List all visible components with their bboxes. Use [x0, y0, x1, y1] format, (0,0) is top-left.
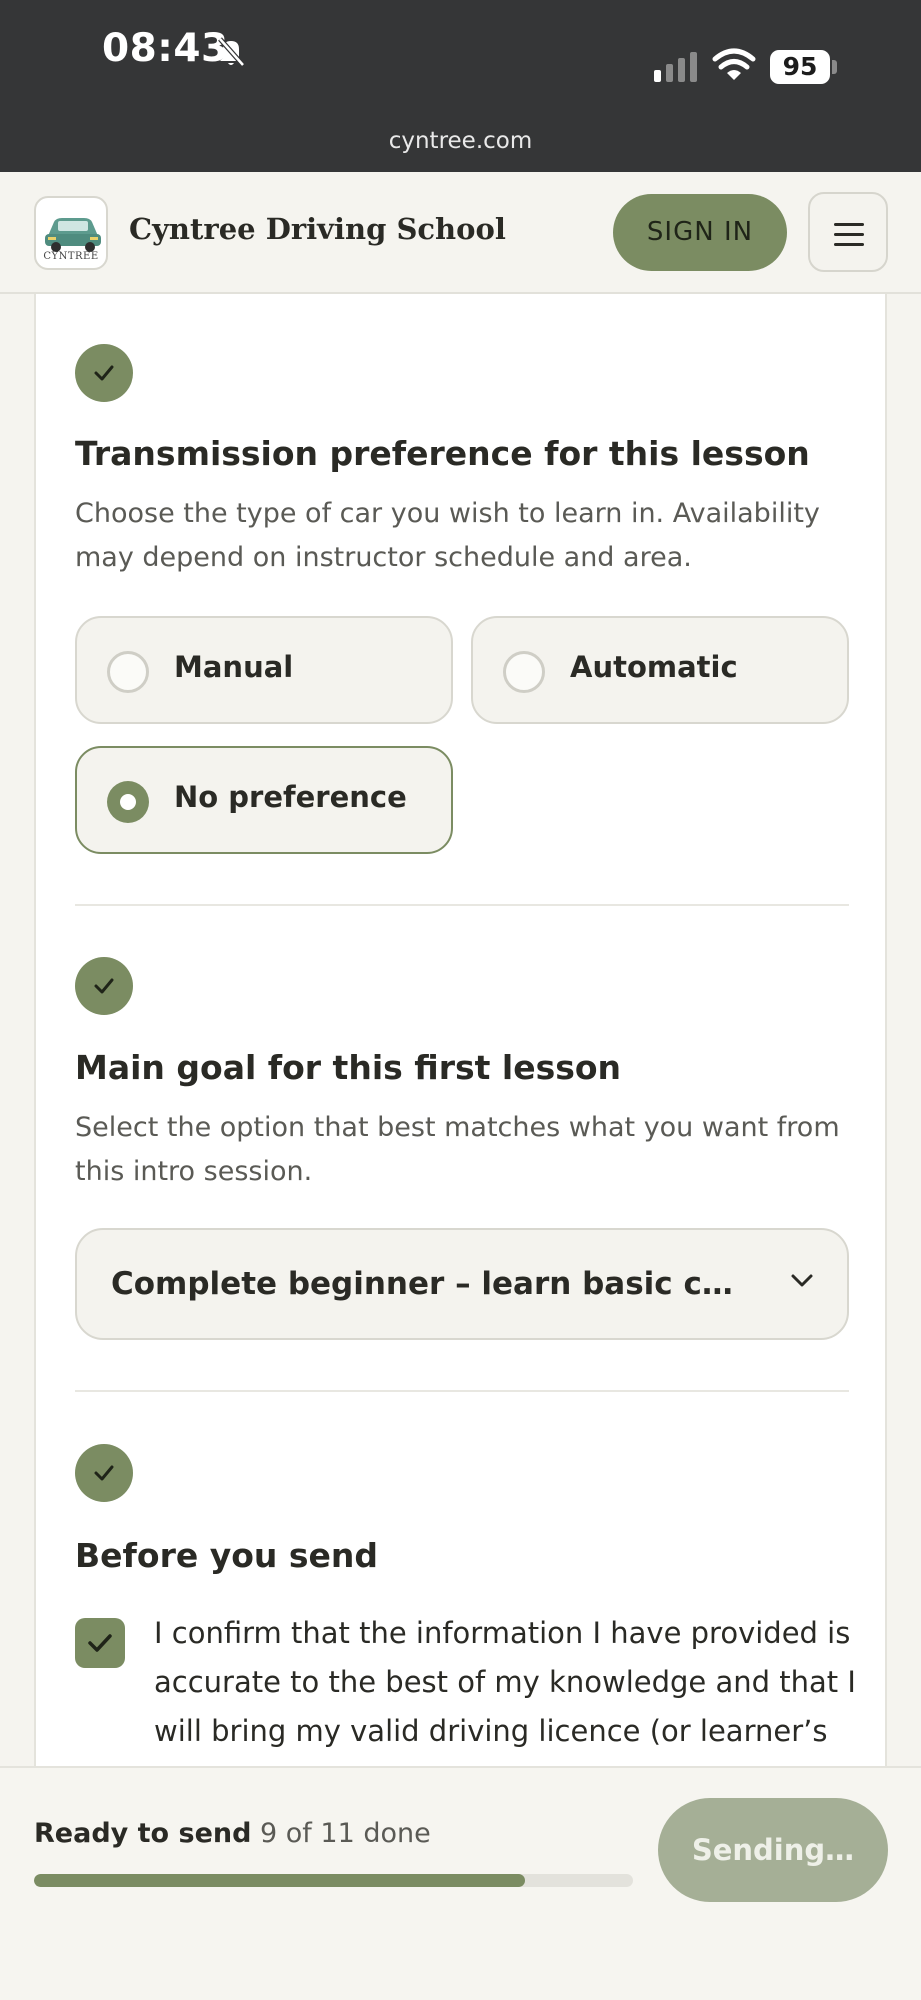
wifi-icon	[712, 48, 756, 80]
status-time: 08:43	[102, 26, 229, 71]
sign-in-button[interactable]: SIGN IN	[613, 194, 787, 271]
school-logo[interactable]: CYNTREE	[34, 196, 108, 270]
signal-icon	[654, 52, 697, 82]
goal-select[interactable]: Complete beginner – learn basic cont...	[75, 1228, 849, 1340]
app-header: CYNTREE Cyntree Driving School SIGN IN	[0, 172, 921, 294]
progress-status: Ready to send 9 of 11 done	[34, 1818, 431, 1849]
radio-icon	[107, 651, 149, 693]
option-label: Manual	[174, 650, 294, 684]
url-bar[interactable]: cyntree.com	[0, 128, 921, 154]
goal-description: Select the option that best matches what…	[75, 1112, 840, 1187]
section-divider	[75, 904, 849, 906]
ready-label: Ready to send	[34, 1818, 252, 1849]
menu-button[interactable]	[808, 192, 888, 272]
status-bar: 08:43 95 cyntree.com	[0, 0, 921, 172]
submit-bar: Ready to send 9 of 11 done Sending…	[0, 1766, 921, 2000]
goal-select-value: Complete beginner – learn basic cont...	[111, 1266, 751, 1302]
goal-title: Main goal for this first lesson	[75, 1048, 622, 1087]
chevron-down-icon	[791, 1274, 813, 1287]
consent-text: I confirm that the information I have pr…	[154, 1616, 856, 1748]
option-label: Automatic	[570, 650, 738, 684]
radio-selected-icon	[107, 781, 149, 823]
option-label: No preference	[174, 780, 407, 814]
progress-bar	[34, 1874, 633, 1887]
section-divider	[75, 1390, 849, 1392]
send-button[interactable]: Sending…	[658, 1798, 888, 1902]
brand-name[interactable]: Cyntree Driving School	[129, 212, 506, 246]
option-manual[interactable]: Manual	[75, 616, 453, 724]
transmission-title: Transmission preference for this lesson	[75, 434, 810, 473]
progress-fill	[34, 1874, 526, 1887]
form-card: Transmission preference for this lesson …	[34, 294, 887, 1766]
transmission-description: Choose the type of car you wish to learn…	[75, 498, 820, 573]
option-automatic[interactable]: Automatic	[471, 616, 849, 724]
battery-tip	[832, 60, 837, 74]
option-no-preference[interactable]: No preference	[75, 746, 453, 854]
hamburger-icon	[834, 223, 864, 226]
section-complete-icon	[75, 1444, 133, 1502]
radio-icon	[503, 651, 545, 693]
consent-checkbox[interactable]	[75, 1618, 125, 1668]
section-complete-icon	[75, 957, 133, 1015]
check-icon	[88, 1634, 112, 1652]
logo-text: CYNTREE	[43, 251, 99, 262]
bell-muted-icon	[218, 37, 245, 67]
progress-count: 9 of 11 done	[260, 1818, 431, 1849]
car-logo-icon	[45, 218, 101, 252]
battery-indicator: 95	[770, 50, 830, 84]
consent-title: Before you send	[75, 1536, 379, 1575]
section-complete-icon	[75, 344, 133, 402]
